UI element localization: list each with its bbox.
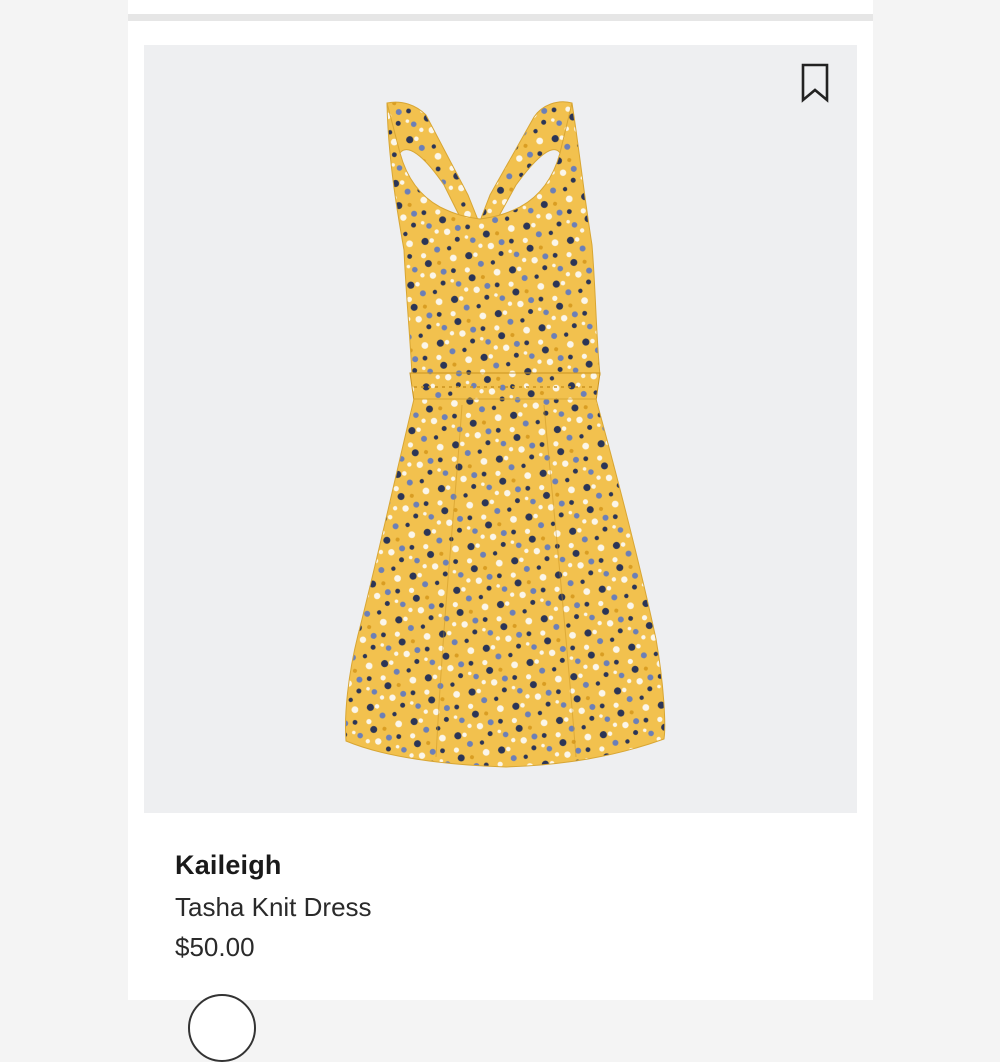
top-divider xyxy=(128,14,873,21)
avatar xyxy=(188,994,256,1062)
dress-image xyxy=(345,101,666,768)
bookmark-button[interactable] xyxy=(798,62,832,104)
product-image[interactable] xyxy=(144,45,857,813)
product-price: $50.00 xyxy=(175,932,255,962)
product-name: Tasha Knit Dress xyxy=(175,892,372,922)
bookmark-icon xyxy=(801,63,829,103)
brand-name: Kaileigh xyxy=(175,850,282,880)
